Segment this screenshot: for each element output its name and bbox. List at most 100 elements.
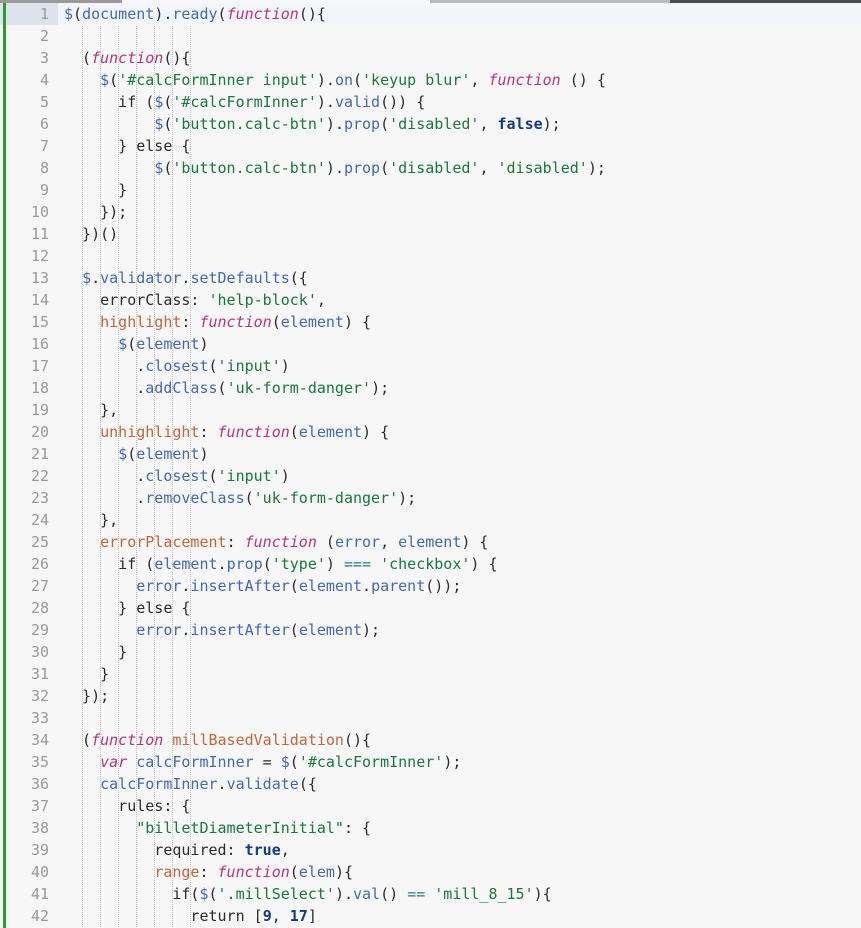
line-number[interactable]: 34 — [0, 729, 58, 751]
line-number[interactable]: 38 — [0, 817, 58, 839]
token-ident: element — [136, 445, 200, 463]
token-punc: ( — [64, 731, 92, 749]
line-number[interactable]: 31 — [0, 663, 58, 685]
code-line[interactable]: } — [58, 663, 861, 685]
code-line[interactable]: $('button.calc-btn').prop('disabled', fa… — [58, 113, 861, 135]
line-number[interactable]: 22 — [0, 465, 58, 487]
line-number[interactable]: 42 — [0, 905, 58, 927]
line-number-gutter[interactable]: 1 2 3 4 5 6 7 8 9 10 11 12 13 14 15 16 17 18 19 20 21 22 23 24 2… — [0, 3, 58, 928]
code-line[interactable]: error.insertAfter(element); — [58, 619, 861, 641]
token-call: removeClass — [145, 489, 245, 507]
token-punc: ( — [262, 555, 272, 573]
code-line[interactable]: required: true, — [58, 839, 861, 861]
line-number[interactable]: 16 — [0, 333, 58, 355]
line-number[interactable]: 27 — [0, 575, 58, 597]
code-line[interactable]: calcFormInner.validate({ — [58, 773, 861, 795]
code-line[interactable]: rules: { — [58, 795, 861, 817]
code-line[interactable]: if($('.millSelect').val() == 'mill_8_15'… — [58, 883, 861, 905]
line-number[interactable]: 19 — [0, 399, 58, 421]
code-line[interactable]: })() — [58, 223, 861, 245]
code-line[interactable]: } else { — [58, 135, 861, 157]
code-line[interactable]: .removeClass('uk-form-danger'); — [58, 487, 861, 509]
line-number[interactable]: 35 — [0, 751, 58, 773]
code-line[interactable]: } else { — [58, 597, 861, 619]
code-line[interactable] — [58, 25, 861, 47]
code-editor[interactable]: 1 2 3 4 5 6 7 8 9 10 11 12 13 14 15 16 17 18 19 20 21 22 23 24 2… — [0, 3, 861, 928]
line-number[interactable]: 41 — [0, 883, 58, 905]
code-line[interactable]: var calcFormInner = $('#calcFormInner'); — [58, 751, 861, 773]
token-call: insertAfter — [190, 621, 290, 639]
line-number[interactable]: 20 — [0, 421, 58, 443]
code-line[interactable]: return [9, 17] — [58, 905, 861, 927]
token-ident: element — [298, 621, 363, 639]
code-line[interactable]: }); — [58, 201, 861, 223]
token-punc: ) — [280, 467, 290, 485]
code-line[interactable]: (function(){ — [58, 47, 861, 69]
code-line[interactable]: $(element) — [58, 443, 861, 465]
token-punc: . — [325, 71, 335, 89]
code-line[interactable]: $(element) — [58, 333, 861, 355]
line-number[interactable]: 7 — [0, 135, 58, 157]
line-number[interactable]: 21 — [0, 443, 58, 465]
code-line[interactable] — [58, 707, 861, 729]
token-prop: errorPlacement — [100, 533, 227, 551]
code-line[interactable]: }, — [58, 399, 861, 421]
code-content-area[interactable]: $(document).ready(function(){ (function(… — [58, 3, 861, 928]
line-number[interactable]: 29 — [0, 619, 58, 641]
line-number[interactable]: 15 — [0, 311, 58, 333]
line-number[interactable]: 28 — [0, 597, 58, 619]
line-number[interactable]: 17 — [0, 355, 58, 377]
line-number[interactable]: 10 — [0, 201, 58, 223]
line-number[interactable]: 30 — [0, 641, 58, 663]
line-number[interactable]: 2 — [0, 25, 58, 47]
code-line[interactable]: $('#calcFormInner input').on('keyup blur… — [58, 69, 861, 91]
code-line[interactable]: $('button.calc-btn').prop('disabled', 'd… — [58, 157, 861, 179]
code-line[interactable]: } — [58, 179, 861, 201]
code-line[interactable]: if (element.prop('type') === 'checkbox')… — [58, 553, 861, 575]
line-number[interactable]: 4 — [0, 69, 58, 91]
code-line[interactable]: range: function(elem){ — [58, 861, 861, 883]
line-number[interactable]: 3 — [0, 47, 58, 69]
code-line[interactable]: errorClass: 'help-block', — [58, 289, 861, 311]
line-number[interactable]: 26 — [0, 553, 58, 575]
line-number[interactable]: 12 — [0, 245, 58, 267]
code-line[interactable]: (function millBasedValidation(){ — [58, 729, 861, 751]
code-line[interactable]: .closest('input') — [58, 355, 861, 377]
code-line[interactable]: }); — [58, 685, 861, 707]
line-number[interactable]: 6 — [0, 113, 58, 135]
line-number[interactable]: 11 — [0, 223, 58, 245]
line-number[interactable]: 40 — [0, 861, 58, 883]
line-number[interactable]: 18 — [0, 377, 58, 399]
code-line[interactable]: error.insertAfter(element.parent()); — [58, 575, 861, 597]
code-line[interactable]: unhighlight: function(element) { — [58, 421, 861, 443]
line-number[interactable]: 32 — [0, 685, 58, 707]
line-number[interactable]: 39 — [0, 839, 58, 861]
line-number[interactable]: 37 — [0, 795, 58, 817]
line-number[interactable]: 5 — [0, 91, 58, 113]
line-number[interactable]: 8 — [0, 157, 58, 179]
line-number[interactable]: 23 — [0, 487, 58, 509]
line-number[interactable]: 9 — [0, 179, 58, 201]
line-number[interactable]: 36 — [0, 773, 58, 795]
code-line[interactable] — [58, 245, 861, 267]
code-line[interactable]: } — [58, 641, 861, 663]
code-line[interactable]: $.validator.setDefaults({ — [58, 267, 861, 289]
line-number[interactable]: 1 — [0, 3, 58, 25]
token-str: '#calcFormInner' — [298, 753, 444, 771]
code-line[interactable]: }, — [58, 509, 861, 531]
code-line[interactable]: .closest('input') — [58, 465, 861, 487]
line-number[interactable]: 14 — [0, 289, 58, 311]
code-line[interactable]: $(document).ready(function(){ — [58, 3, 861, 25]
token-call: prop — [343, 115, 381, 133]
code-line[interactable]: errorPlacement: function (error, element… — [58, 531, 861, 553]
code-line[interactable]: "billetDiameterInitial": { — [58, 817, 861, 839]
line-number[interactable]: 25 — [0, 531, 58, 553]
token-punc: ); — [371, 379, 390, 397]
code-line[interactable]: .addClass('uk-form-danger'); — [58, 377, 861, 399]
token-prop: range — [154, 863, 200, 881]
code-line[interactable]: highlight: function(element) { — [58, 311, 861, 333]
line-number[interactable]: 33 — [0, 707, 58, 729]
line-number[interactable]: 24 — [0, 509, 58, 531]
code-line[interactable]: if ($('#calcFormInner').valid()) { — [58, 91, 861, 113]
line-number[interactable]: 13 — [0, 267, 58, 289]
